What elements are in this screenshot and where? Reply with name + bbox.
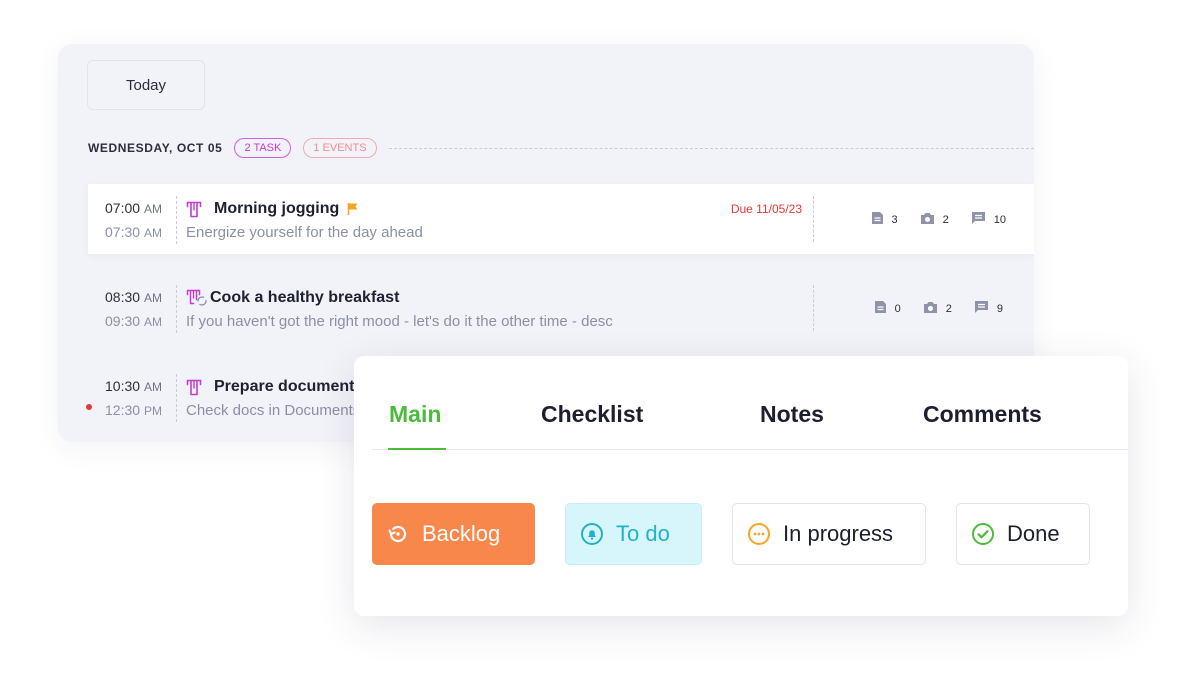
recurring-task-icon <box>186 289 208 307</box>
date-divider <box>388 147 1034 149</box>
comments-count[interactable]: 10 <box>971 211 1006 228</box>
end-ampm: PM <box>143 404 162 418</box>
start-time: 07:00 <box>105 200 141 216</box>
comments-count-value: 9 <box>996 302 1003 315</box>
done-button[interactable]: Done <box>956 503 1090 565</box>
start-ampm: AM <box>143 202 162 216</box>
date-label: WEDNESDAY, OCT 05 <box>88 141 223 155</box>
document-icon <box>874 300 887 317</box>
start-ampm: AM <box>143 380 162 394</box>
event-count-badge: 1 EVENTS <box>303 138 377 158</box>
count-divider <box>813 285 814 331</box>
tab-main[interactable]: Main <box>389 401 441 428</box>
task-count-badge: 2 TASK <box>234 138 292 158</box>
photos-count[interactable]: 2 <box>923 301 952 317</box>
time-divider <box>176 285 177 333</box>
check-circle-icon <box>971 522 995 546</box>
bell-icon <box>580 522 604 546</box>
start-time: 10:30 <box>105 378 141 394</box>
end-time: 07:30 <box>105 224 141 240</box>
start-time: 08:30 <box>105 289 141 305</box>
todo-label: To do <box>616 521 670 546</box>
in-progress-button[interactable]: In progress <box>732 503 926 565</box>
flag-icon[interactable] <box>347 202 359 216</box>
date-header: WEDNESDAY, OCT 05 2 TASK 1 EVENTS <box>88 136 1034 160</box>
comments-count[interactable]: 9 <box>974 300 1003 317</box>
ellipsis-circle-icon <box>747 522 771 546</box>
task-content: Morning jogging Energize yourself for th… <box>186 198 804 241</box>
end-ampm: AM <box>143 226 162 240</box>
task-title[interactable]: Cook a healthy breakfast <box>210 289 399 307</box>
backlog-label: Backlog <box>422 521 501 546</box>
tab-notes[interactable]: Notes <box>760 401 824 428</box>
active-tab-underline <box>388 448 446 450</box>
task-counts: 0 2 9 <box>874 300 1003 317</box>
task-title[interactable]: Prepare documents <box>214 378 363 396</box>
notes-count[interactable]: 0 <box>874 300 901 317</box>
task-row[interactable]: 08:30 AM 09:30 AM Cook a healthy breakfa… <box>88 273 1034 343</box>
task-type-icon <box>186 200 208 218</box>
task-title[interactable]: Morning jogging <box>214 200 339 218</box>
task-time: 08:30 AM 09:30 AM <box>105 289 175 337</box>
task-row[interactable]: 07:00 AM 07:30 AM Morning jogging Energi… <box>88 184 1034 254</box>
comments-count-value: 10 <box>993 213 1006 226</box>
photos-count-value: 2 <box>945 302 952 315</box>
time-divider <box>176 196 177 244</box>
end-time: 12:30 <box>105 402 141 418</box>
task-content: Cook a healthy breakfast If you haven't … <box>186 287 804 330</box>
comment-icon <box>971 211 986 228</box>
notes-count[interactable]: 3 <box>871 211 898 228</box>
photos-count-value: 2 <box>942 213 949 226</box>
start-ampm: AM <box>143 291 162 305</box>
panel-tabs: Main Checklist Notes Comments <box>372 356 1128 450</box>
task-description: Energize yourself for the day ahead <box>186 224 423 241</box>
time-divider <box>176 374 177 422</box>
in-progress-label: In progress <box>783 521 894 546</box>
task-time: 10:30 AM 12:30 PM <box>105 378 175 426</box>
end-time: 09:30 <box>105 313 141 329</box>
end-ampm: AM <box>143 315 162 329</box>
task-counts: 3 2 10 <box>871 211 1006 228</box>
count-divider <box>813 196 814 242</box>
notes-count-value: 0 <box>894 302 901 315</box>
due-date: Due 11/05/23 <box>730 202 802 216</box>
document-icon <box>871 211 884 228</box>
task-time: 07:00 AM 07:30 AM <box>105 200 175 248</box>
comment-icon <box>974 300 989 317</box>
task-description: If you haven't got the right mood - let'… <box>186 313 613 330</box>
camera-icon <box>923 301 938 317</box>
task-detail-panel: Main Checklist Notes Comments Backlog To… <box>354 356 1128 616</box>
history-icon <box>386 522 410 546</box>
todo-button[interactable]: To do <box>565 503 702 565</box>
today-button[interactable]: Today <box>87 60 205 110</box>
backlog-button[interactable]: Backlog <box>372 503 535 565</box>
tab-checklist[interactable]: Checklist <box>541 401 643 428</box>
photos-count[interactable]: 2 <box>920 212 949 228</box>
task-type-icon <box>186 378 208 396</box>
current-indicator-dot <box>86 404 92 410</box>
done-label: Done <box>1007 521 1060 546</box>
notes-count-value: 3 <box>891 213 898 226</box>
tab-comments[interactable]: Comments <box>923 401 1042 428</box>
camera-icon <box>920 212 935 228</box>
